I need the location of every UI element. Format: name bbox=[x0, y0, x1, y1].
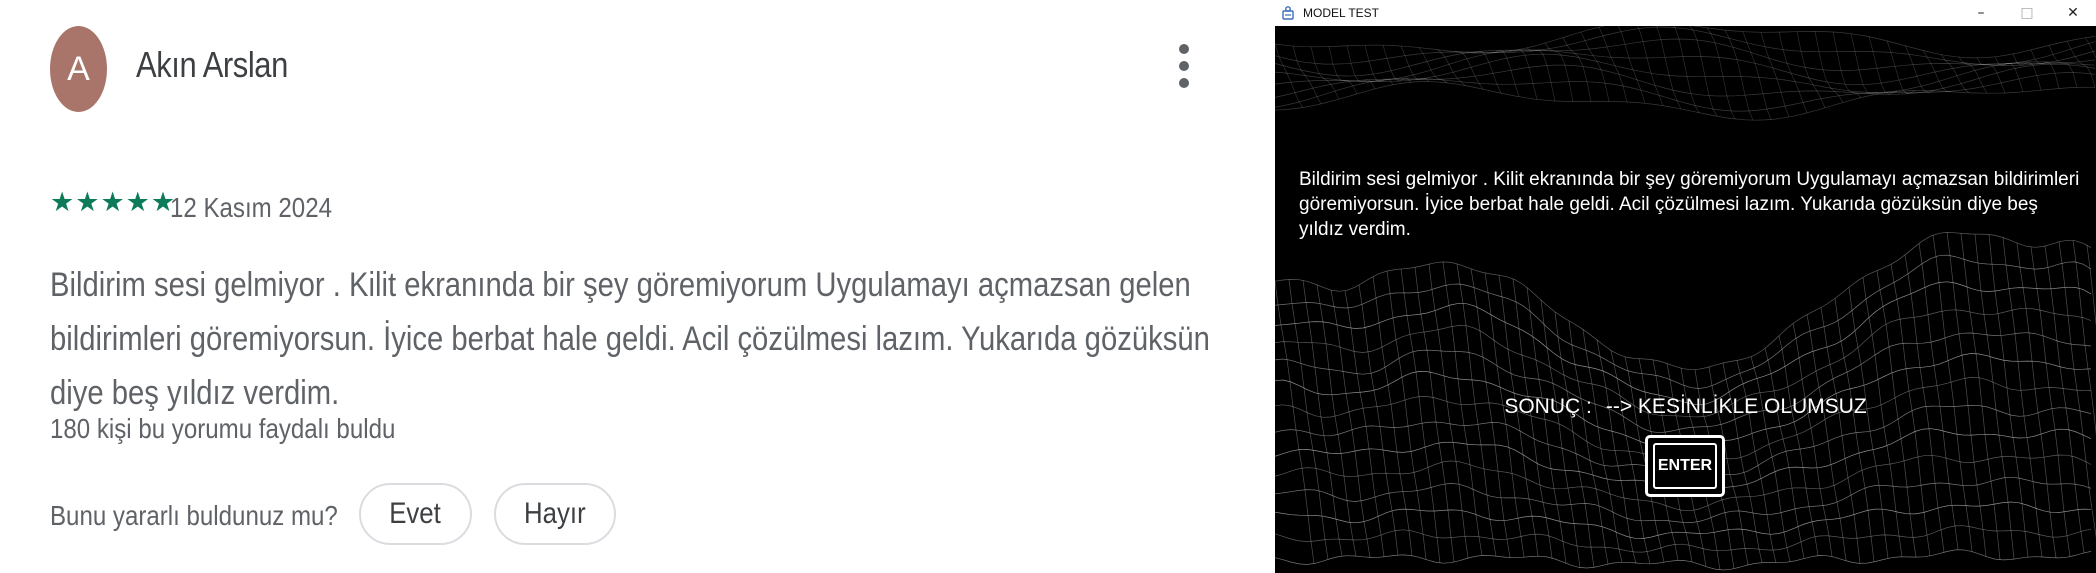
more-options-icon[interactable] bbox=[1172, 44, 1196, 94]
enter-button-label: ENTER bbox=[1653, 443, 1717, 489]
no-button[interactable]: Hayır bbox=[494, 483, 616, 545]
review-date: 12 Kasım 2024 bbox=[170, 192, 332, 223]
model-test-window: MODEL TEST – □ ✕ Bildirim sesi gelmiyor … bbox=[1275, 0, 2096, 573]
no-button-label: Hayır bbox=[524, 497, 586, 530]
yes-button[interactable]: Evet bbox=[359, 483, 472, 545]
result-value: --> KESİNLİKLE OLUMSUZ bbox=[1605, 395, 1867, 418]
minimize-button[interactable]: – bbox=[1958, 0, 2004, 26]
star-icon: ★ bbox=[50, 187, 75, 218]
close-button[interactable]: ✕ bbox=[2050, 0, 2096, 26]
result-line: SONUÇ : --> KESİNLİKLE OLUMSUZ bbox=[1275, 395, 2096, 419]
result-label: SONUÇ : bbox=[1504, 395, 1592, 418]
app-icon bbox=[1282, 6, 1294, 20]
star-icon: ★ bbox=[100, 187, 125, 218]
maximize-button[interactable]: □ bbox=[2004, 0, 2050, 26]
reviewer-name: Akın Arslan bbox=[136, 44, 288, 85]
avatar: A bbox=[50, 26, 107, 112]
title-bar[interactable]: MODEL TEST – □ ✕ bbox=[1275, 0, 2096, 26]
review-card: A Akın Arslan ★ ★ ★ ★ ★ 12 Kasım 2024 Bildir… bbox=[0, 0, 1275, 573]
window-title: MODEL TEST bbox=[1303, 6, 1380, 20]
helpful-question: Bunu yararlı buldunuz mu? bbox=[50, 500, 338, 531]
helpful-count: 180 kişi bu yorumu faydalı buldu bbox=[50, 413, 396, 444]
star-icon: ★ bbox=[125, 187, 150, 218]
star-icon: ★ bbox=[75, 187, 100, 218]
app-canvas: Bildirim sesi gelmiyor . Kilit ekranında… bbox=[1275, 26, 2096, 573]
model-input-text: Bildirim sesi gelmiyor . Kilit ekranında… bbox=[1299, 169, 2080, 240]
yes-button-label: Evet bbox=[389, 497, 442, 530]
enter-button[interactable]: ENTER bbox=[1645, 435, 1725, 497]
star-rating: ★ ★ ★ ★ ★ bbox=[50, 188, 175, 218]
review-text: Bildirim sesi gelmiyor . Kilit ekranında… bbox=[50, 266, 1210, 412]
